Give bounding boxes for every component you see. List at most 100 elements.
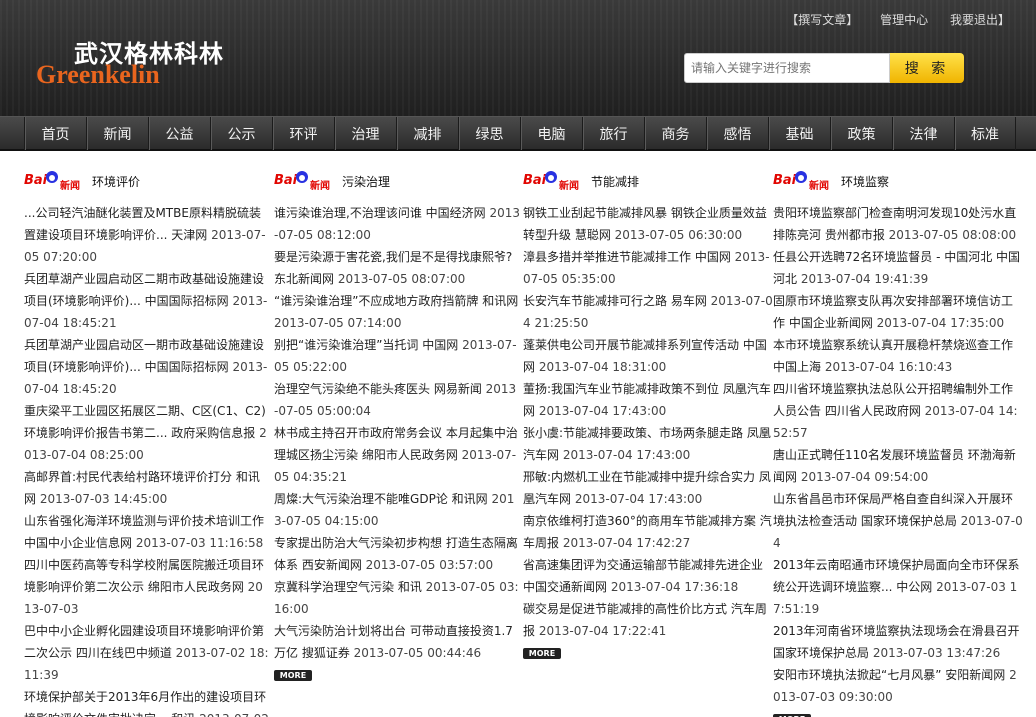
news-item: 兵团草湖产业园启动区一期市政基础设施建设项目(环境影响评价)... 中国国际招标… <box>24 334 270 400</box>
news-item: 要是污染源于害花瓷,我们是不是得找康熙爷? 东北新闻网 2013-07-05 0… <box>274 246 520 290</box>
nav-item[interactable]: 治理 <box>334 117 396 150</box>
news-link[interactable]: “谁污染谁治理”不应成地方政府挡箭牌 和讯网 <box>274 294 518 308</box>
news-link[interactable]: 长安汽车节能减排可行之路 易车网 <box>523 294 707 308</box>
news-column: Bai 新闻 环境评价 ...公司轻汽油醚化装置及MTBE原料精脱硫装置建设项目环境影… <box>24 168 270 717</box>
news-item: 安阳市环境执法掀起“七月风暴” 安阳新闻网 2013-07-03 09:30:0… <box>773 664 1023 708</box>
news-item: 山东省昌邑市环保局严格自查自纠深入开展环境执法检查活动 国家环境保护总局 201… <box>773 488 1023 554</box>
news-item: 任县公开选聘72名环境监督员 - 中国河北 中国河北 2013-07-04 19… <box>773 246 1023 290</box>
news-item: 南京依维柯打造360°的商用车节能减排方案 汽车周报 2013-07-04 17… <box>523 510 773 554</box>
news-item: 环境保护部关于2013年6月作出的建设项目环境影响评价文件审批决定... 和讯 … <box>24 686 270 717</box>
news-list: 谁污染谁治理,不治理该问谁 中国经济网 2013-07-05 08:12:00 要… <box>274 202 520 664</box>
nav-item[interactable]: 标准 <box>954 117 1016 150</box>
main-nav: 首页 新闻 公益 公示 环评 治理 减排 绿思 电脑 旅行 商务 感悟 基础 政策 法律 标准 <box>0 116 1036 151</box>
baidu-news-logo-icon[interactable]: Bai 新闻 <box>773 171 831 192</box>
news-item: 本市环境监察系统认真开展稳杆禁烧巡查工作 中国上海 2013-07-04 16:… <box>773 334 1023 378</box>
news-date: 2013-07-05 00:44:46 <box>353 646 482 660</box>
news-date: 2013-07-05 06:30:00 <box>614 228 743 242</box>
more-button[interactable]: MORE <box>523 648 561 659</box>
column-header: Bai 新闻 污染治理 <box>274 168 520 194</box>
nav-item[interactable]: 新闻 <box>86 117 148 150</box>
top-links: 【撰写文章】 管理中心 我要退出】 <box>786 13 1010 27</box>
news-item: “谁污染谁治理”不应成地方政府挡箭牌 和讯网 2013-07-05 07:14:… <box>274 290 520 334</box>
baidu-news-logo-icon[interactable]: Bai 新闻 <box>523 171 581 192</box>
news-link[interactable]: 周燦:大气污染治理不能唯GDP论 和讯网 <box>274 492 488 506</box>
news-item: 大气污染防治计划将出台 可带动直接投资1.7万亿 搜狐证券 2013-07-05… <box>274 620 520 664</box>
news-date: 2013-07-04 17:43:00 <box>574 492 703 506</box>
column-header: Bai 新闻 节能减排 <box>523 168 773 194</box>
nav-item[interactable]: 电脑 <box>520 117 582 150</box>
news-date: 2013-07-03 11:16:58 <box>135 536 264 550</box>
nav-item[interactable]: 基础 <box>768 117 830 150</box>
news-date: 2013-07-05 03:57:00 <box>365 558 494 572</box>
news-item: 高邮界首:村民代表给村路环境评价打分 和讯网 2013-07-03 14:45:… <box>24 466 270 510</box>
nav-item[interactable]: 绿思 <box>458 117 520 150</box>
news-item: 兵团草湖产业园启动区二期市政基础设施建设项目(环境影响评价)... 中国国际招标… <box>24 268 270 334</box>
news-link[interactable]: 别把“谁污染谁治理”当托词 中国网 <box>274 338 458 352</box>
baidu-news-logo-icon[interactable]: Bai 新闻 <box>24 171 82 192</box>
news-date: 2013-07-05 07:14:00 <box>274 316 402 330</box>
news-item: 四川省环境监察执法总队公开招聘编制外工作人员公告 四川省人民政府网 2013-0… <box>773 378 1023 444</box>
news-link[interactable]: 兵团草湖产业园启动区二期市政基础设施建设项目(环境影响评价)... 中国国际招标… <box>24 272 264 308</box>
news-item: 张小虞:节能减排要政策、市场两条腿走路 凤凰汽车网 2013-07-04 17:… <box>523 422 773 466</box>
news-item: 四川中医药高等专科学校附属医院搬迁项目环境影响评价第二次公示 绵阳市人民政务网 … <box>24 554 270 620</box>
news-item: 贵阳环境监察部门检查南明河发现10处污水直排陈亮河 贵州都市报 2013-07-… <box>773 202 1023 246</box>
news-date: 2013-07-05 08:07:00 <box>337 272 466 286</box>
news-link[interactable]: 安阳市环境执法掀起“七月风暴” 安阳新闻网 <box>773 668 1005 682</box>
logout-link[interactable]: 我要退出 <box>950 13 998 27</box>
admin-center-link[interactable]: 管理中心 <box>880 13 928 27</box>
news-item: 漳县多措并举推进节能减排工作 中国网 2013-07-05 05:35:00 <box>523 246 773 290</box>
nav-item[interactable]: 旅行 <box>582 117 644 150</box>
news-item: ...公司轻汽油醚化装置及MTBE原料精脱硫装置建设项目环境影响评价... 天津… <box>24 202 270 268</box>
column-header: Bai 新闻 环境监察 <box>773 168 1023 194</box>
news-date: 2013-07-04 16:10:43 <box>824 360 953 374</box>
nav-item[interactable]: 公示 <box>210 117 272 150</box>
news-item: 林书成主持召开市政府常务会议 本月起集中治理城区扬尘污染 绵阳市人民政务网 20… <box>274 422 520 488</box>
news-link[interactable]: 兵团草湖产业园启动区一期市政基础设施建设项目(环境影响评价)... 中国国际招标… <box>24 338 264 374</box>
baidu-news-logo-icon[interactable]: Bai 新闻 <box>274 171 332 192</box>
news-column: Bai 新闻 节能减排钢铁工业刮起节能减排风暴 钢铁企业质量效益转型升级 慧聪网 2… <box>523 168 773 659</box>
news-item: 2013年云南昭通市环境保护局面向全市环保系统公开选调环境监察... 中公网 2… <box>773 554 1023 620</box>
news-item: 固原市环境监察支队再次安排部署环境信访工作 中国企业新闻网 2013-07-04… <box>773 290 1023 334</box>
column-header: Bai 新闻 环境评价 <box>24 168 270 194</box>
search-input[interactable] <box>685 54 889 82</box>
news-column: Bai 新闻 污染治理谁污染谁治理,不治理该问谁 中国经济网 2013-07-05 … <box>274 168 520 681</box>
news-item: 巴中中小企业孵化园建设项目环境影响评价第二次公示 四川在线巴中频道 2013-0… <box>24 620 270 686</box>
news-date: 2013-07-04 19:41:39 <box>800 272 929 286</box>
news-item: 专家提出防治大气污染初步构想 打造生态隔离体系 西安新闻网 2013-07-05… <box>274 532 520 576</box>
news-item: 碳交易是促进节能减排的高性价比方式 汽车周报 2013-07-04 17:22:… <box>523 598 773 642</box>
news-date: 2013-07-05 08:08:00 <box>888 228 1017 242</box>
search-button[interactable]: 搜 索 <box>890 53 964 83</box>
write-article-link[interactable]: 撰写文章 <box>798 13 846 27</box>
news-item: 京冀科学治理空气污染 和讯 2013-07-05 03:16:00 <box>274 576 520 620</box>
news-item: 别把“谁污染谁治理”当托词 中国网 2013-07-05 05:22:00 <box>274 334 520 378</box>
column-title: 污染治理 <box>342 174 391 189</box>
nav-item[interactable]: 公益 <box>148 117 210 150</box>
news-link[interactable]: 漳县多措并举推进节能减排工作 中国网 <box>523 250 731 264</box>
nav-item[interactable]: 商务 <box>644 117 706 150</box>
news-link[interactable]: 重庆梁平工业园区拓展区二期、C区(C1、C2)环境影响评价报告书第二... 政府… <box>24 404 266 440</box>
nav-item[interactable]: 感悟 <box>706 117 768 150</box>
news-link[interactable]: 治理空气污染绝不能头疼医头 网易新闻 <box>274 382 482 396</box>
news-item: 省高速集团评为交通运输部节能减排先进企业 中国交通新闻网 2013-07-04 … <box>523 554 773 598</box>
nav-item[interactable]: 减排 <box>396 117 458 150</box>
news-date: 2013-07-04 17:22:41 <box>538 624 667 638</box>
news-link[interactable]: 京冀科学治理空气污染 和讯 <box>274 580 422 594</box>
news-item: 2013年河南省环境监察执法现场会在滑县召开 国家环境保护总局 2013-07-… <box>773 620 1023 664</box>
nav-item[interactable]: 首页 <box>24 117 86 150</box>
news-item: 治理空气污染绝不能头疼医头 网易新闻 2013-07-05 05:00:04 <box>274 378 520 422</box>
news-link[interactable]: 四川中医药高等专科学校附属医院搬迁项目环境影响评价第二次公示 绵阳市人民政务网 <box>24 558 264 594</box>
column-title: 节能减排 <box>591 174 640 189</box>
news-link[interactable]: 谁污染谁治理,不治理该问谁 中国经济网 <box>274 206 486 220</box>
nav-item[interactable]: 法律 <box>892 117 954 150</box>
nav-item[interactable]: 环评 <box>272 117 334 150</box>
news-list: 贵阳环境监察部门检查南明河发现10处污水直排陈亮河 贵州都市报 2013-07-… <box>773 202 1023 708</box>
column-title: 环境监察 <box>841 174 890 189</box>
more-button[interactable]: MORE <box>274 670 312 681</box>
news-date: 2013-07-04 17:43:00 <box>562 448 691 462</box>
search-box <box>684 53 890 83</box>
news-item: 钢铁工业刮起节能减排风暴 钢铁企业质量效益转型升级 慧聪网 2013-07-05… <box>523 202 773 246</box>
news-item: 蓬莱供电公司开展节能减排系列宣传活动 中国网 2013-07-04 18:31:… <box>523 334 773 378</box>
site-logo-en[interactable]: Greenkelin <box>36 60 160 90</box>
nav-item[interactable]: 政策 <box>830 117 892 150</box>
site-header: 武汉格林科林 Greenkelin 【撰写文章】 管理中心 我要退出】 搜 索 <box>0 0 1036 116</box>
